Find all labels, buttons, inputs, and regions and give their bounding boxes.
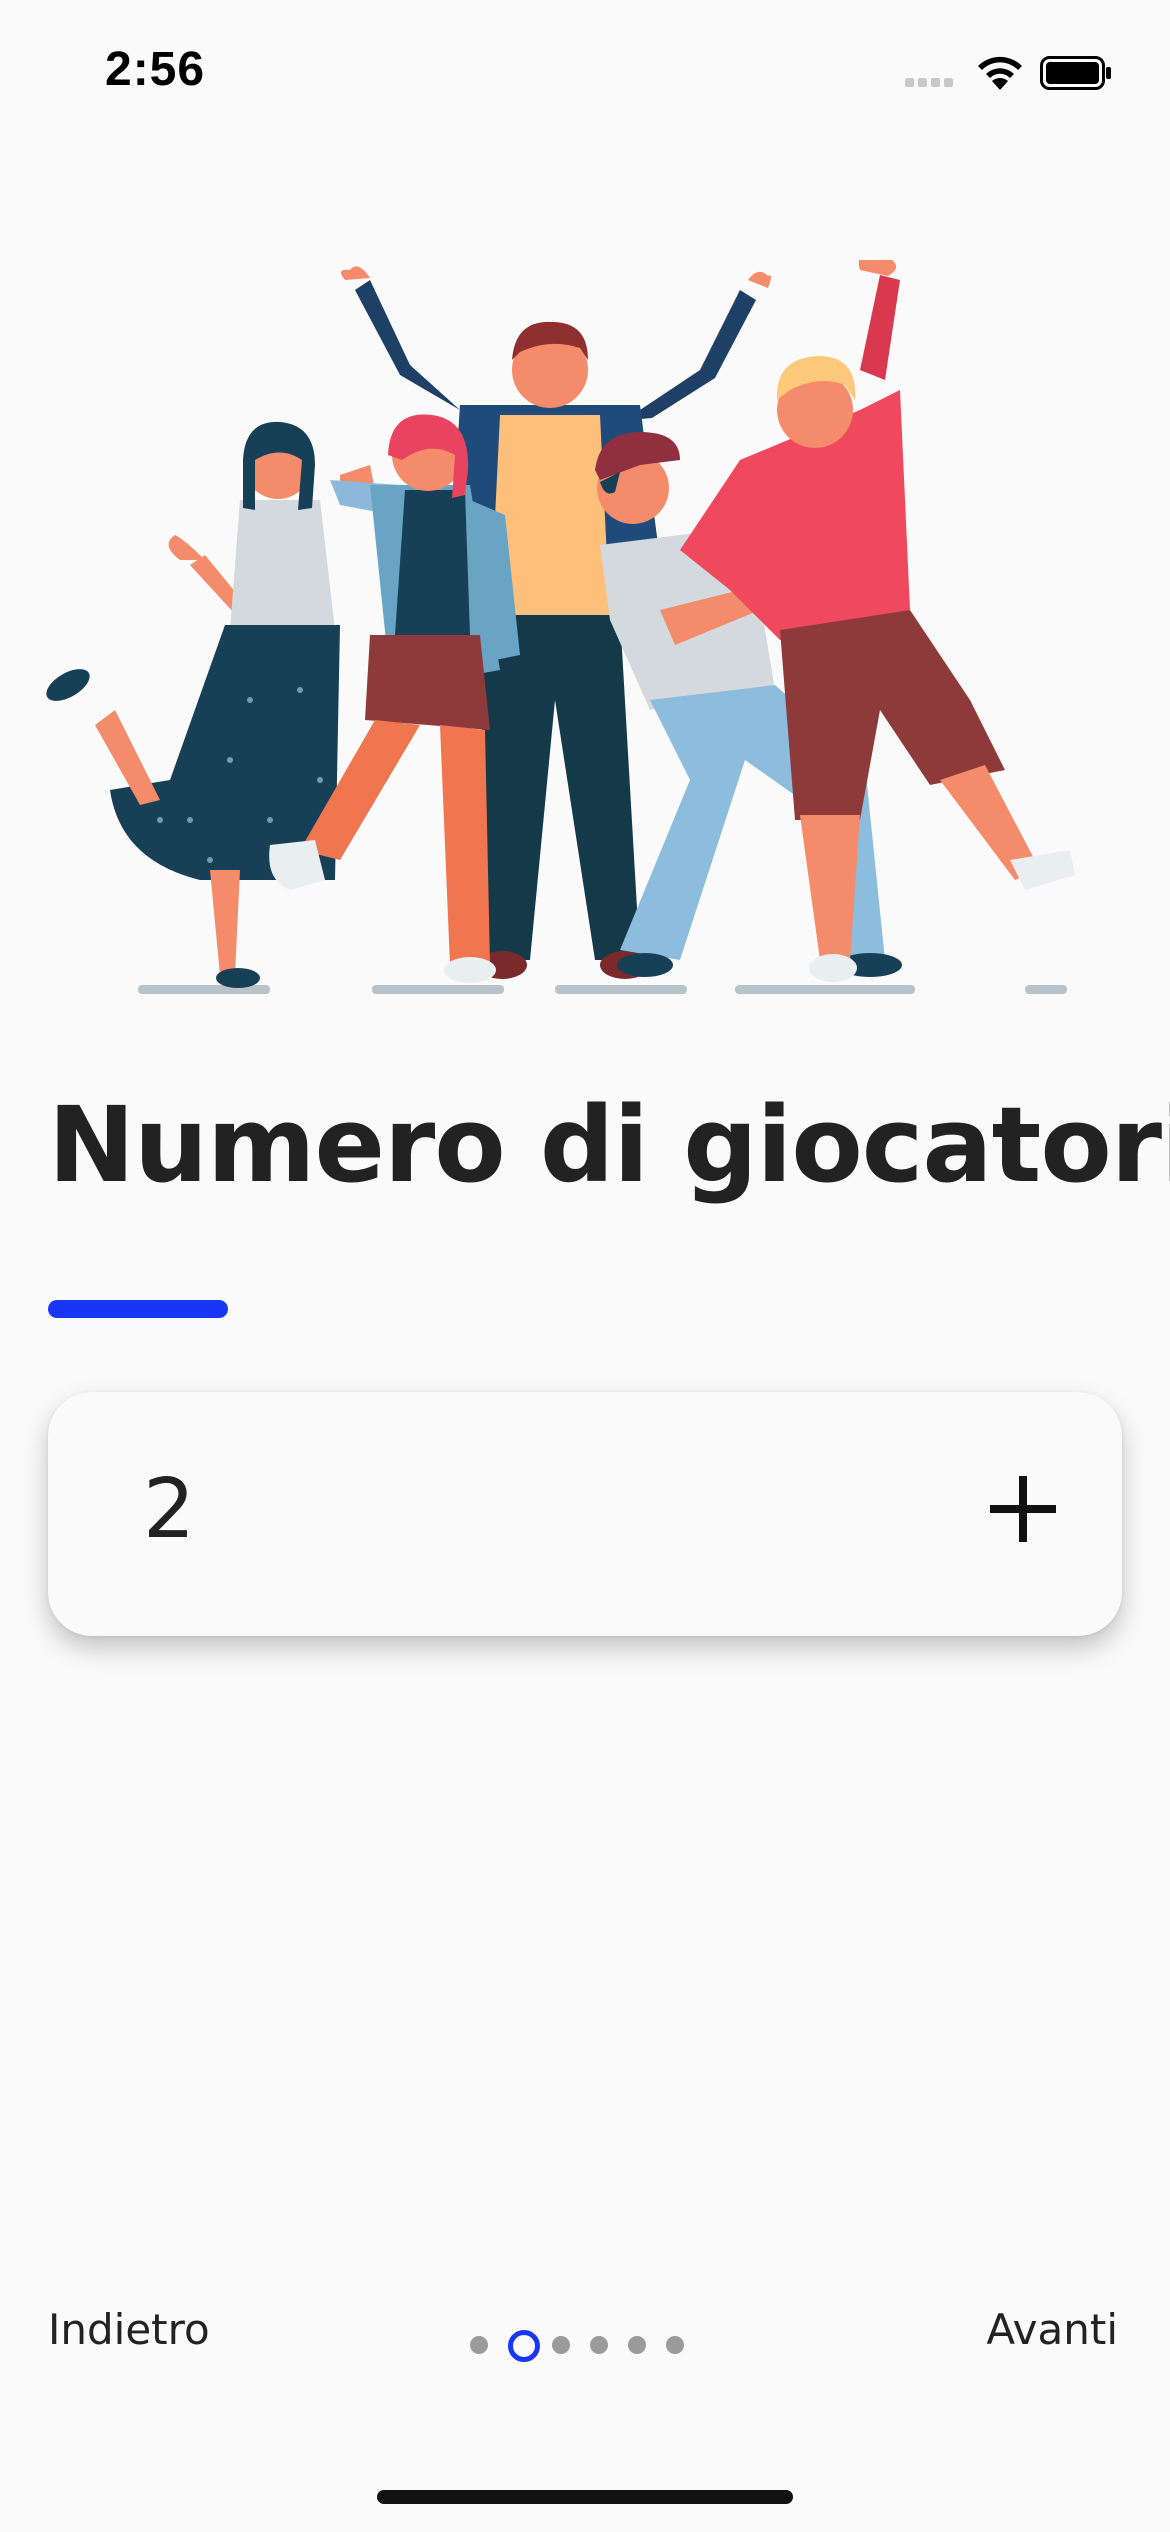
player-count-value: 2 bbox=[143, 1462, 196, 1557]
page-indicator bbox=[470, 2322, 710, 2362]
cellular-signal-icon bbox=[905, 78, 961, 90]
friends-group-illustration bbox=[46, 260, 1075, 994]
page-title: Numero di giocatori bbox=[48, 1084, 1170, 1206]
page-dot bbox=[666, 2336, 684, 2354]
status-time: 2:56 bbox=[105, 43, 206, 96]
plus-icon-vertical bbox=[1019, 1476, 1027, 1542]
page-dot bbox=[470, 2336, 488, 2354]
home-indicator[interactable] bbox=[377, 2490, 793, 2504]
page-dot bbox=[552, 2336, 570, 2354]
next-button[interactable]: Avanti bbox=[986, 2305, 1118, 2354]
page-dot-active bbox=[508, 2330, 540, 2362]
woman-left bbox=[46, 421, 340, 988]
title-accent-bar bbox=[48, 1300, 228, 1318]
page-dot bbox=[628, 2336, 646, 2354]
wifi-icon bbox=[978, 56, 1022, 90]
back-button[interactable]: Indietro bbox=[48, 2305, 210, 2354]
status-bar: 2:56 bbox=[0, 0, 1170, 140]
player-count-stepper: 2 bbox=[48, 1392, 1122, 1636]
increment-button[interactable] bbox=[970, 1454, 1080, 1564]
page-dot bbox=[590, 2336, 608, 2354]
battery-icon bbox=[1040, 56, 1111, 90]
